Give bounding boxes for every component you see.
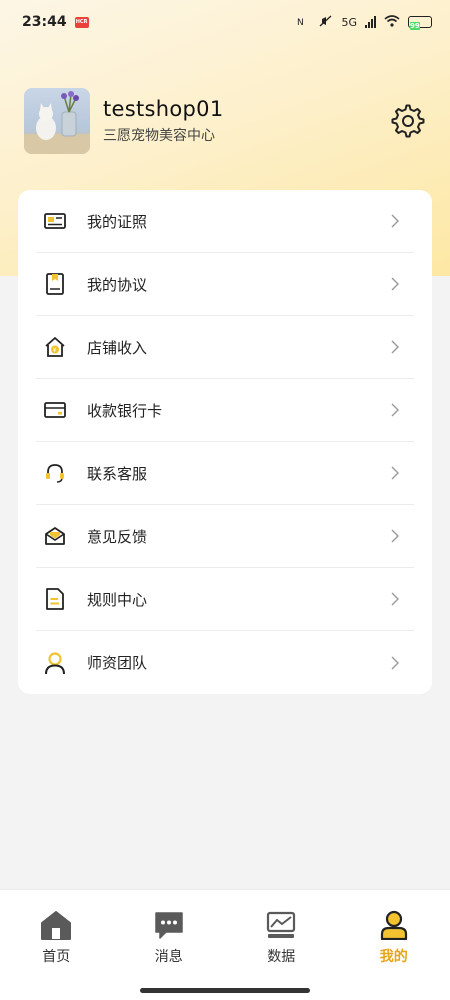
battery-icon: 99 [408, 16, 432, 30]
chevron-right-icon [391, 529, 399, 543]
menu-item-label: 收款银行卡 [87, 401, 163, 420]
menu-item-label: 师资团队 [87, 654, 148, 672]
status-bar: 23:44 HCR N 5G 99 [0, 0, 450, 44]
data-chart-icon [265, 910, 297, 940]
profile-text: testshop01 三愿宠物美容中心 [103, 97, 390, 145]
menu-item-label: 我的协议 [87, 275, 148, 294]
rules-document-icon [42, 586, 68, 612]
license-icon [42, 208, 68, 234]
home-indicator [140, 988, 310, 993]
feedback-envelope-icon [42, 523, 68, 549]
chevron-right-icon [391, 466, 399, 480]
menu-item-license[interactable]: 我的证照 [36, 190, 414, 253]
nav-tab-profile[interactable]: 我的 [338, 890, 450, 1000]
chevron-right-icon [391, 340, 399, 354]
svg-text:N: N [297, 18, 304, 27]
profile-header: testshop01 三愿宠物美容中心 [24, 88, 426, 154]
svg-text:¥: ¥ [53, 347, 57, 354]
nav-label: 首页 [42, 949, 71, 965]
message-icon [153, 910, 185, 940]
settings-button[interactable] [390, 103, 426, 139]
menu-card: 我的证照 我的协议 ¥ 店铺收入 收款银行卡 联系客服 意见反馈 规则中心 师资… [18, 190, 432, 694]
status-right: N 5G 99 [297, 14, 432, 30]
signal-icon [365, 16, 376, 28]
shop-name: testshop01 [103, 97, 224, 121]
gear-icon [391, 104, 425, 138]
chevron-right-icon [391, 277, 399, 291]
nav-tab-data[interactable]: 数据 [225, 890, 338, 1000]
bottom-nav: 首页 消息 数据 我的 [0, 889, 450, 1000]
headset-icon [42, 460, 68, 486]
chevron-right-icon [391, 403, 399, 417]
status-left: 23:44 HCR [22, 14, 89, 30]
bank-card-icon [42, 397, 68, 423]
chevron-right-icon [391, 656, 399, 669]
menu-item-label: 店铺收入 [87, 338, 148, 357]
nav-tab-home[interactable]: 首页 [0, 890, 113, 1000]
menu-item-label: 联系客服 [87, 464, 148, 483]
nav-label-active: 我的 [379, 949, 408, 965]
menu-item-teaching-team[interactable]: 师资团队 [36, 631, 414, 694]
chevron-right-icon [391, 592, 399, 606]
menu-item-rules-center[interactable]: 规则中心 [36, 568, 414, 631]
avatar[interactable] [24, 88, 90, 154]
battery-level: 99 [410, 22, 420, 30]
shop-subtitle: 三愿宠物美容中心 [103, 128, 215, 144]
signal-label: 5G [341, 15, 357, 29]
nav-label: 消息 [154, 949, 183, 965]
home-icon [40, 910, 72, 940]
nfc-icon: N [297, 15, 311, 30]
menu-item-feedback[interactable]: 意见反馈 [36, 505, 414, 568]
team-person-icon [42, 650, 68, 676]
profile-icon [378, 910, 410, 940]
agreement-icon [42, 271, 68, 297]
status-time: 23:44 [22, 14, 67, 30]
menu-item-customer-service[interactable]: 联系客服 [36, 442, 414, 505]
menu-item-store-income[interactable]: ¥ 店铺收入 [36, 316, 414, 379]
nav-label: 数据 [267, 949, 296, 965]
menu-item-label: 我的证照 [87, 212, 148, 231]
menu-item-bank-card[interactable]: 收款银行卡 [36, 379, 414, 442]
menu-item-label: 意见反馈 [87, 527, 148, 546]
nav-tab-messages[interactable]: 消息 [113, 890, 226, 1000]
store-income-icon: ¥ [42, 334, 68, 360]
menu-item-agreement[interactable]: 我的协议 [36, 253, 414, 316]
notification-badge-icon: HCR [74, 16, 89, 28]
chevron-right-icon [391, 214, 399, 228]
menu-item-label: 规则中心 [87, 590, 148, 609]
mute-icon [319, 15, 333, 30]
wifi-icon [384, 14, 400, 30]
